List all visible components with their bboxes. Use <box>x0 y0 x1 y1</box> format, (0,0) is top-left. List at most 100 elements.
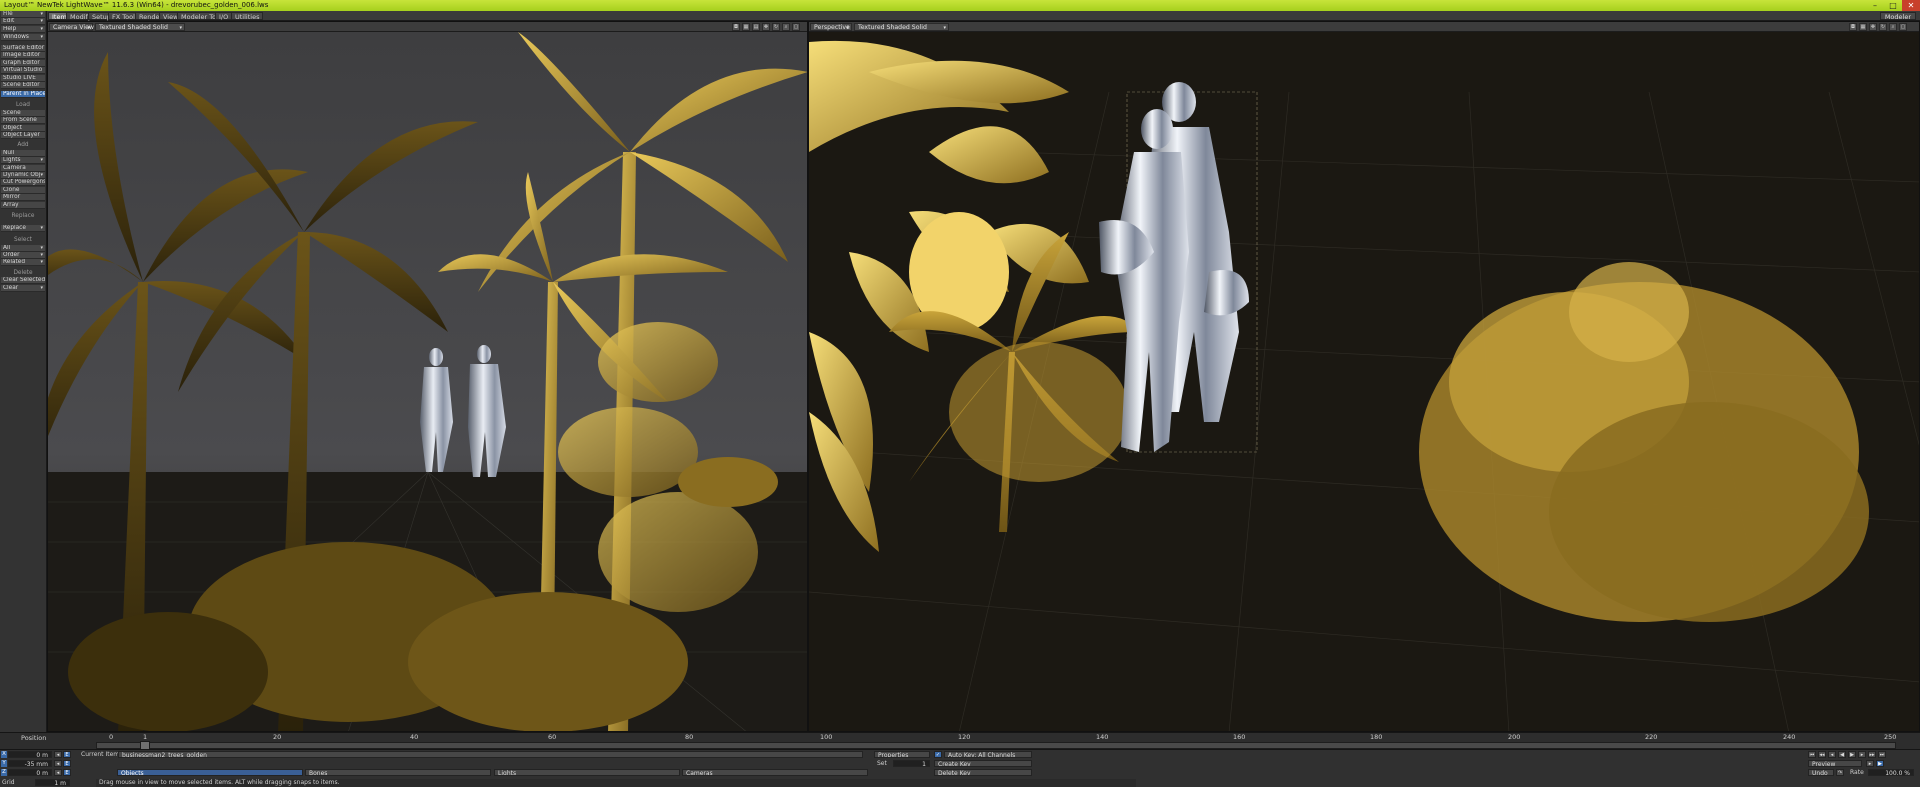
create-key-button[interactable]: Create Key <box>934 760 1032 767</box>
zoom-icon[interactable]: ⌕ <box>782 23 790 31</box>
mirror-button[interactable]: Mirror <box>1 194 45 201</box>
pan-icon[interactable]: ✥ <box>762 23 770 31</box>
keyframe-x-icon[interactable]: ◂ <box>54 751 62 758</box>
add-dynamic-obj-menu[interactable]: Dynamic Obj ▾ <box>1 172 45 179</box>
timeline: Position 0 1 20 40 60 80 100 120 140 160… <box>0 732 1920 750</box>
window-title: Layout™ NewTek LightWave™ 11.6.3 (Win64)… <box>4 1 269 9</box>
menu-windows[interactable]: Windows ▾ <box>1 34 45 41</box>
set-frame-field[interactable]: 1 <box>893 760 930 767</box>
position-x-field[interactable]: 0 m <box>8 751 52 758</box>
next-key-icon[interactable]: ▸▸ <box>1868 751 1876 758</box>
add-camera-button[interactable]: Camera <box>1 165 45 172</box>
maximize-button[interactable]: □ <box>1884 0 1902 11</box>
pan-icon[interactable]: ✥ <box>1869 23 1877 31</box>
keyframe-z-icon[interactable]: ◂ <box>54 769 62 776</box>
maximize-view-icon[interactable]: ▢ <box>1899 23 1907 31</box>
tab-utilities[interactable]: Utilities <box>231 12 264 21</box>
auto-key-dropdown[interactable]: Auto Key: All Channels <box>944 751 1032 758</box>
layout-icon[interactable]: ▤ <box>752 23 760 31</box>
step-forward-icon[interactable]: ▸ <box>1858 751 1866 758</box>
step-play-icon[interactable]: ▸ <box>1866 760 1874 767</box>
rotate-icon[interactable]: ↻ <box>1879 23 1887 31</box>
grid-icon[interactable]: ▦ <box>1859 23 1867 31</box>
rate-field[interactable]: 100.0 % <box>1868 769 1914 776</box>
shading-dropdown[interactable]: Textured Shaded Solid ▾ <box>854 23 949 31</box>
select-all-menu[interactable]: All ▾ <box>1 245 45 252</box>
select-order-menu[interactable]: Order ▾ <box>1 252 45 259</box>
maximize-view-icon[interactable]: ▢ <box>792 23 800 31</box>
tab-io[interactable]: I/O <box>215 12 233 21</box>
clear-menu[interactable]: Clear ▾ <box>1 285 45 292</box>
array-button[interactable]: Array <box>1 202 45 209</box>
lock-y-icon[interactable]: E <box>63 760 71 767</box>
add-lights-menu[interactable]: Lights ▾ <box>1 157 45 164</box>
grid-icon[interactable]: ▦ <box>742 23 750 31</box>
clear-selected-button[interactable]: Clear Selected <box>1 277 45 284</box>
graph-editor-button[interactable]: Graph Editor <box>1 60 45 67</box>
preview-dropdown[interactable]: Preview <box>1808 760 1862 767</box>
redo-icon[interactable]: ↷ <box>1836 769 1844 776</box>
position-y-field[interactable]: -35 mm <box>8 760 52 767</box>
image-editor-button[interactable]: Image Editor <box>1 52 45 59</box>
replace-menu[interactable]: Replace ▾ <box>1 225 45 232</box>
scene-editor-button[interactable]: Scene Editor <box>1 82 45 89</box>
bones-selector[interactable]: Bones <box>305 769 491 776</box>
load-object-layer-button[interactable]: Object Layer <box>1 132 45 139</box>
load-object-button[interactable]: Object <box>1 125 45 132</box>
menu-help[interactable]: Help ▾ <box>1 26 45 33</box>
shading-dropdown[interactable]: Textured Shaded Solid ▾ <box>95 23 185 31</box>
chevron-down-icon: ▾ <box>40 285 43 291</box>
grid-label: Grid <box>2 779 15 786</box>
go-to-end-icon[interactable]: ⏭ <box>1878 751 1886 758</box>
view-type-dropdown[interactable]: Camera View ▾ <box>49 23 94 31</box>
play-reverse-icon[interactable]: ◀ <box>1838 751 1846 758</box>
lights-selector[interactable]: Lights <box>494 769 680 776</box>
go-to-start-icon[interactable]: ⏮ <box>1808 751 1816 758</box>
position-z-field[interactable]: 0 m <box>8 769 52 776</box>
camera-icon[interactable]: ◘ <box>1849 23 1857 31</box>
clone-button[interactable]: Clone <box>1 187 45 194</box>
auto-key-checkbox[interactable]: ✓ <box>934 751 942 758</box>
previous-key-icon[interactable]: ◂◂ <box>1818 751 1826 758</box>
keyframe-y-icon[interactable]: ◂ <box>54 760 62 767</box>
menu-edit[interactable]: Edit ▾ <box>1 18 45 25</box>
modeler-button[interactable]: Modeler <box>1879 12 1916 21</box>
minimize-button[interactable]: – <box>1866 0 1884 11</box>
properties-button[interactable]: Properties <box>874 751 930 758</box>
current-item-dropdown[interactable]: businessman2_trees_golden <box>118 751 863 758</box>
close-button[interactable]: ✕ <box>1902 0 1920 11</box>
play-button-icon[interactable]: ▶ <box>1876 760 1884 767</box>
load-scene-button[interactable]: Scene <box>1 110 45 117</box>
delete-key-button[interactable]: Delete Key <box>934 769 1032 776</box>
view-type-dropdown[interactable]: Perspective ▾ <box>810 23 852 31</box>
surface-editor-button[interactable]: Surface Editor <box>1 45 45 52</box>
add-null-button[interactable]: Null <box>1 150 45 157</box>
studio-live-button[interactable]: Studio LIVE <box>1 75 45 82</box>
chevron-down-icon: ▾ <box>40 18 43 24</box>
objects-selector[interactable]: Objects <box>117 769 303 776</box>
grid-size-field[interactable]: 1 m <box>35 779 70 786</box>
rotate-icon[interactable]: ↻ <box>772 23 780 31</box>
camera-icon[interactable]: ◘ <box>732 23 740 31</box>
chevron-down-icon: ▾ <box>943 25 946 31</box>
cut-powergons-button[interactable]: Cut Powergons <box>1 179 45 186</box>
step-back-icon[interactable]: ◂ <box>1828 751 1836 758</box>
timeline-tick-180: 180 <box>1370 733 1383 741</box>
virtual-studio-button[interactable]: Virtual Studio <box>1 67 45 74</box>
undo-button[interactable]: Undo <box>1808 769 1834 776</box>
parent-in-place-toggle[interactable]: Parent in Place <box>1 91 45 98</box>
menu-file[interactable]: File ▾ <box>1 11 45 18</box>
play-icon[interactable]: ▶ <box>1848 751 1856 758</box>
timeline-tick-120: 120 <box>958 733 971 741</box>
select-related-menu[interactable]: Related ▾ <box>1 259 45 266</box>
timeline-tick-160: 160 <box>1233 733 1246 741</box>
camera-viewport[interactable]: Camera View ▾ Textured Shaded Solid ▾ ◘ ▦ … <box>47 21 808 732</box>
axis-y-label: Y <box>1 760 7 767</box>
timeline-slider-track[interactable] <box>96 742 1896 749</box>
load-from-scene-button[interactable]: From Scene <box>1 117 45 124</box>
lock-z-icon[interactable]: E <box>63 769 71 776</box>
perspective-viewport[interactable]: Perspective ▾ Textured Shaded Solid ▾ ◘ ▦ … <box>808 21 1920 732</box>
cameras-selector[interactable]: Cameras <box>682 769 868 776</box>
lock-x-icon[interactable]: E <box>63 751 71 758</box>
zoom-icon[interactable]: ⌕ <box>1889 23 1897 31</box>
